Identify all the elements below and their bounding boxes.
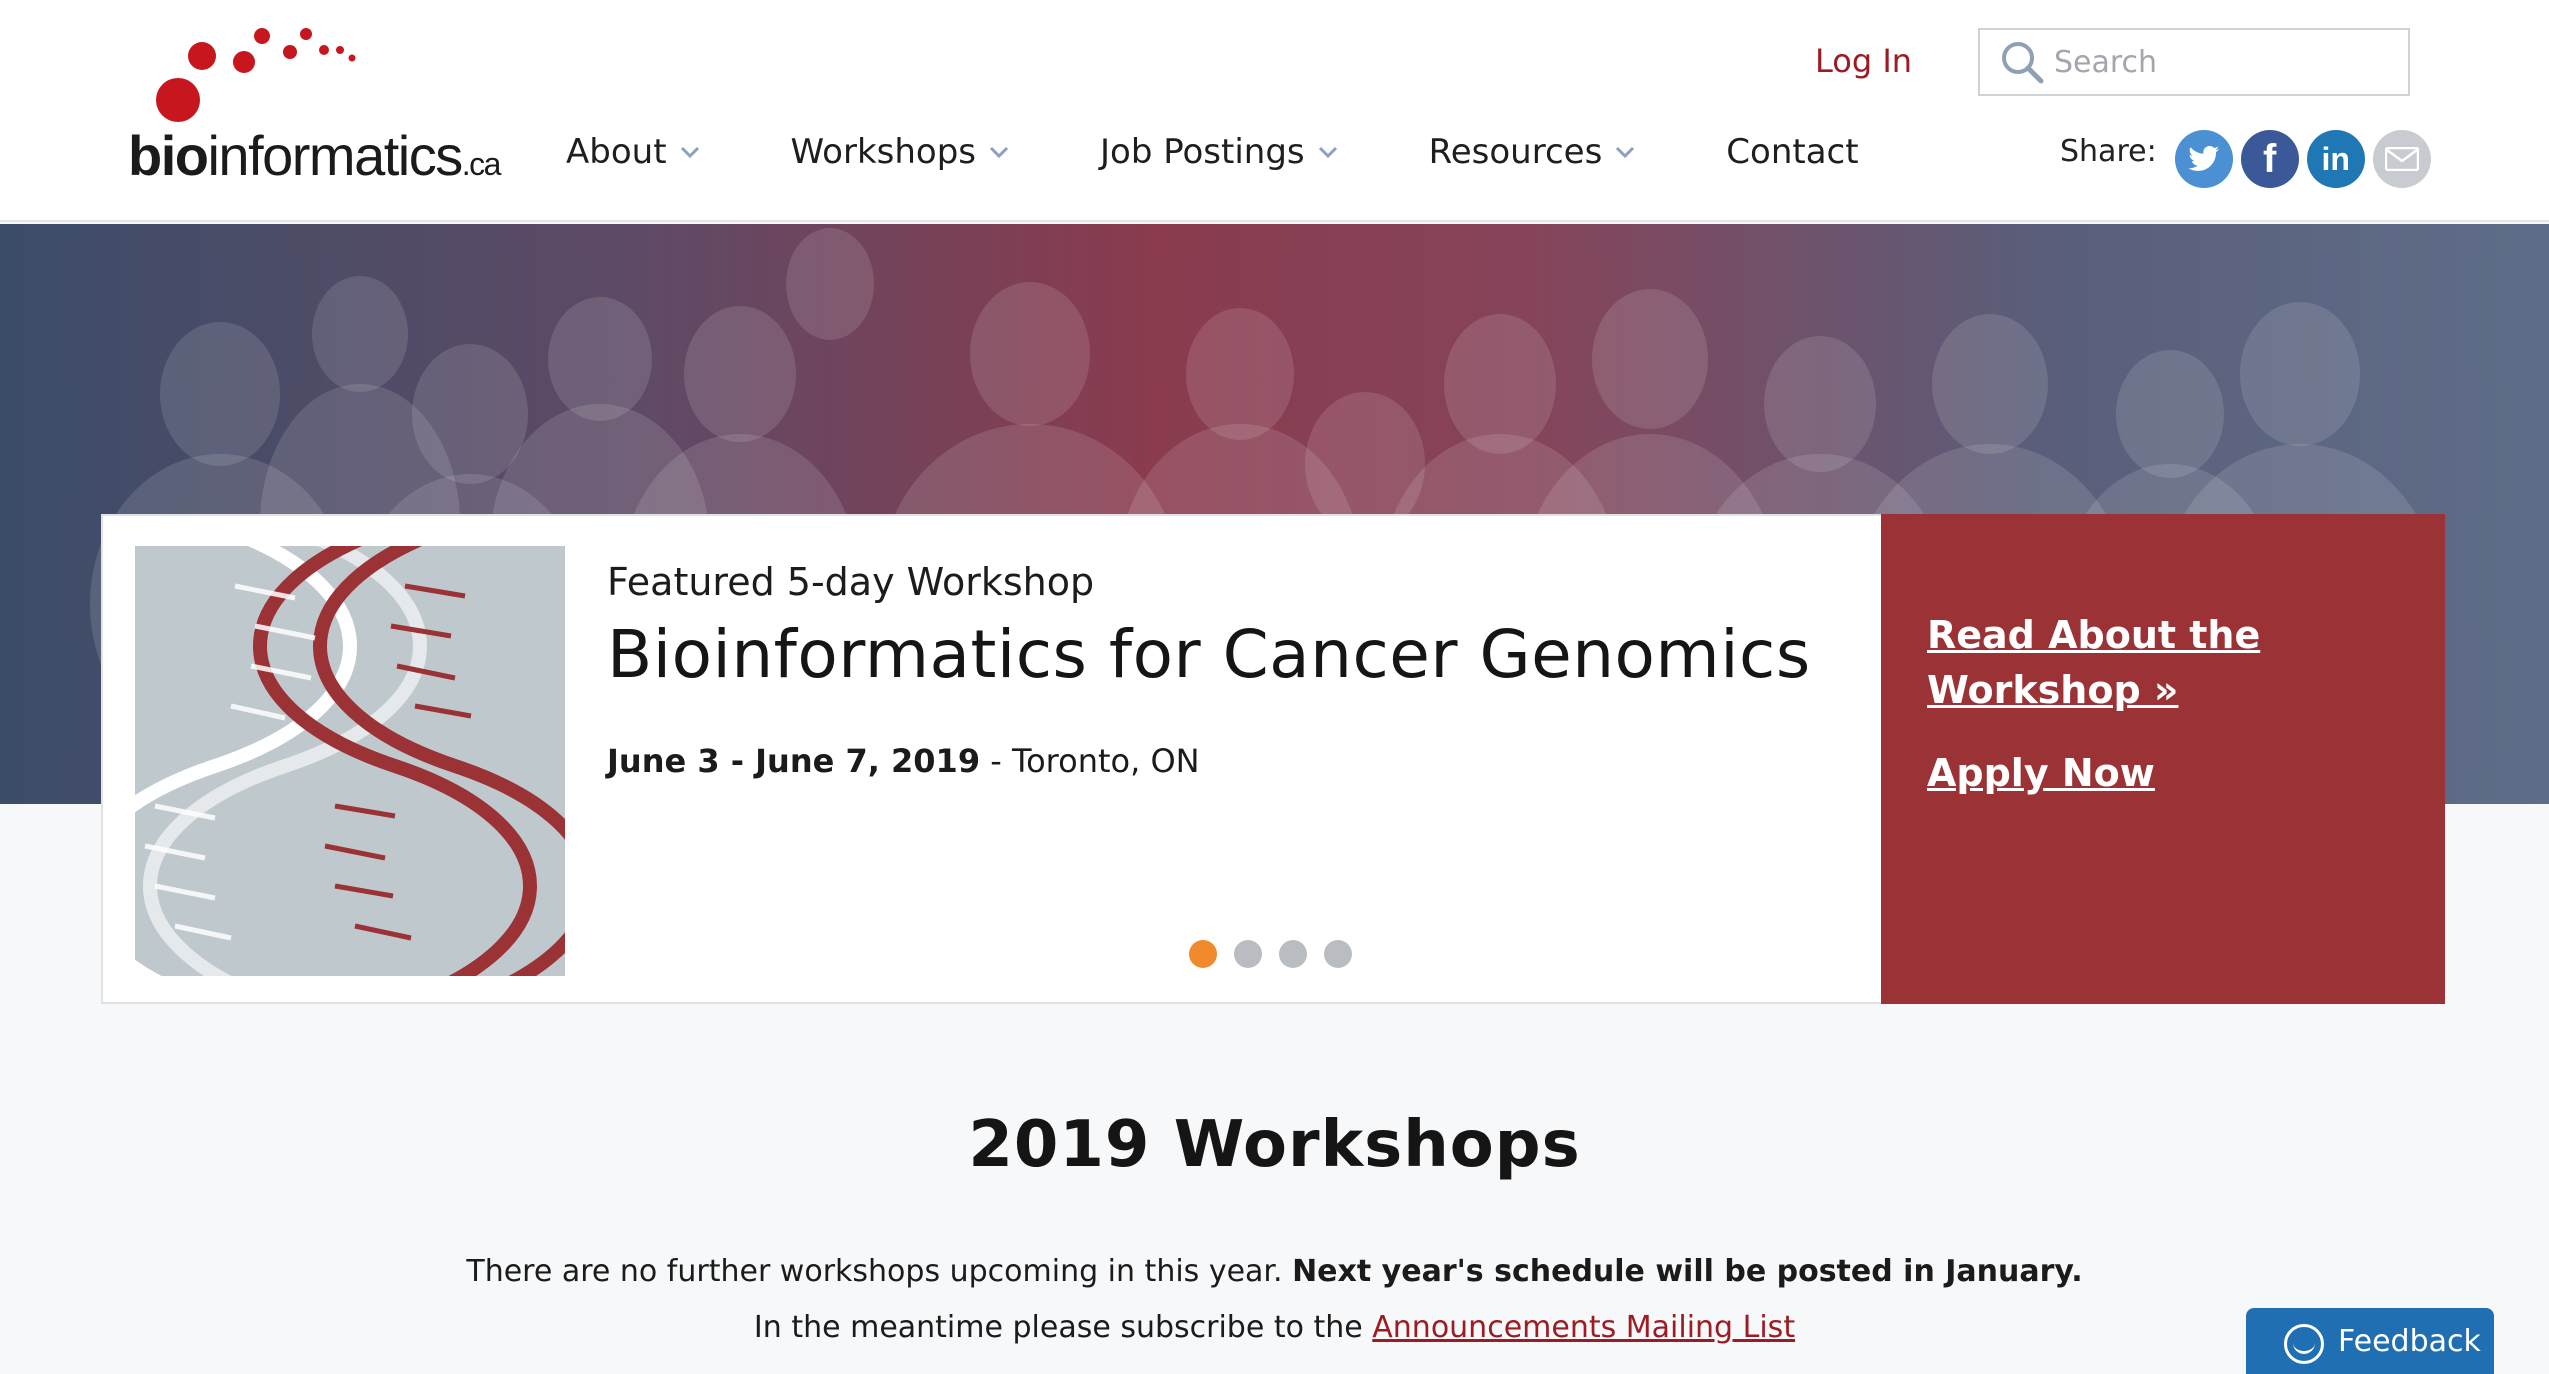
- section-title: 2019 Workshops: [968, 1108, 1581, 1182]
- linkedin-glyph: in: [2321, 140, 2350, 177]
- logo-wordmark: bioinformatics.ca: [128, 124, 501, 187]
- featured-cta-panel: Read About the Workshop » Apply Now: [1881, 514, 2445, 1004]
- linkedin-icon[interactable]: in: [2306, 130, 2365, 188]
- carousel-dots: [1189, 940, 1369, 968]
- nav-item-contact[interactable]: Contact: [1726, 132, 1858, 172]
- featured-separator: -: [980, 742, 1012, 780]
- chevron-down-icon: [989, 146, 1009, 159]
- notice-bold-text: Next year's schedule will be posted in J…: [1292, 1254, 2083, 1289]
- share-label: Share:: [2060, 133, 2157, 169]
- login-link[interactable]: Log In: [1815, 42, 1912, 80]
- featured-meta: June 3 - June 7, 2019 - Toronto, ON: [607, 742, 1200, 780]
- site-logo[interactable]: bioinformatics.ca: [128, 24, 501, 184]
- dna-helix-image: [135, 546, 565, 976]
- read-about-workshop-link[interactable]: Read About the Workshop »: [1927, 608, 2347, 718]
- no-workshops-notice: There are no further workshops upcoming …: [0, 1254, 2549, 1289]
- search-box: [1978, 28, 2410, 96]
- site-header: bioinformatics.ca Log In About Workshops…: [0, 0, 2549, 222]
- carousel-dot-4[interactable]: [1324, 940, 1352, 968]
- nav-item-about[interactable]: About: [566, 132, 701, 172]
- carousel-dot-3[interactable]: [1279, 940, 1307, 968]
- notice-text: There are no further workshops upcoming …: [466, 1254, 1293, 1289]
- nav-item-workshops[interactable]: Workshops: [791, 132, 1010, 172]
- nav-item-label: Resources: [1428, 132, 1603, 172]
- nav-item-label: Workshops: [790, 132, 976, 172]
- share-bar: Share: f in: [2060, 130, 2431, 188]
- facebook-icon[interactable]: f: [2240, 130, 2299, 188]
- nav-item-job-postings[interactable]: Job Postings: [1100, 132, 1339, 172]
- featured-eyebrow: Featured 5-day Workshop: [607, 560, 1095, 604]
- search-icon[interactable]: [1990, 30, 2054, 94]
- featured-title: Bioinformatics for Cancer Genomics: [607, 616, 1811, 693]
- carousel-dot-1[interactable]: [1189, 940, 1217, 968]
- logo-dots-icon: [156, 28, 356, 122]
- feedback-button[interactable]: Feedback: [2246, 1308, 2494, 1374]
- nav-item-resources[interactable]: Resources: [1429, 132, 1637, 172]
- feedback-label: Feedback: [2338, 1324, 2481, 1359]
- search-input[interactable]: [2054, 44, 2384, 80]
- twitter-icon[interactable]: [2174, 130, 2233, 188]
- apply-now-link[interactable]: Apply Now: [1927, 746, 2155, 801]
- subscribe-notice: In the meantime please subscribe to the …: [0, 1310, 2549, 1345]
- nav-item-label: Contact: [1726, 132, 1859, 172]
- smiley-icon: [2284, 1324, 2324, 1364]
- facebook-glyph: f: [2263, 136, 2277, 181]
- chevron-down-icon: [1616, 146, 1635, 159]
- nav-item-label: About: [566, 132, 667, 172]
- nav-item-label: Job Postings: [1100, 132, 1305, 172]
- featured-workshop-card: Featured 5-day Workshop Bioinformatics f…: [101, 514, 2445, 1004]
- main-nav: About Workshops Job Postings Resources C…: [566, 132, 1859, 172]
- mailing-list-link[interactable]: Announcements Mailing List: [1372, 1310, 1795, 1345]
- chevron-down-icon: [680, 146, 699, 159]
- carousel-dot-2[interactable]: [1234, 940, 1262, 968]
- email-icon[interactable]: [2372, 130, 2431, 188]
- chevron-down-icon: [1318, 146, 1337, 159]
- featured-date: June 3 - June 7, 2019: [607, 742, 981, 780]
- subscribe-prefix: In the meantime please subscribe to the: [753, 1310, 1373, 1345]
- featured-location: Toronto, ON: [1011, 742, 1200, 780]
